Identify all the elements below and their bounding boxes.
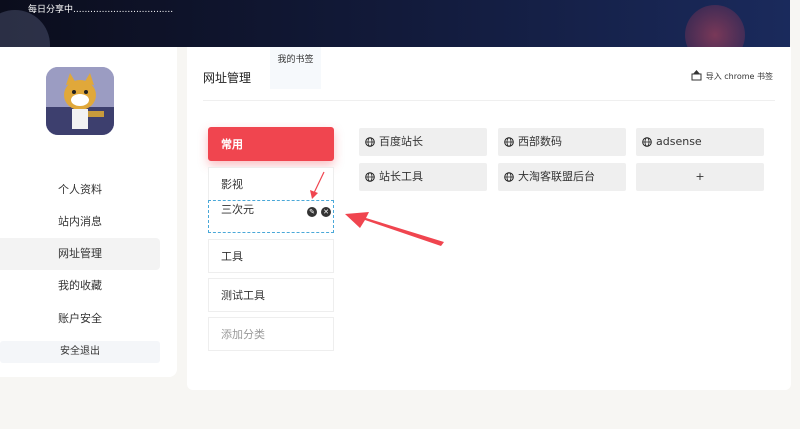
import-label: 导入 chrome 书签 — [705, 72, 773, 81]
globe-icon — [365, 172, 375, 182]
site-link[interactable]: 大淘客联盟后台 — [498, 163, 626, 191]
sidebar-item-account-security[interactable]: 账户安全 — [0, 303, 160, 335]
sidebar-item-messages[interactable]: 站内消息 — [0, 206, 160, 238]
divider — [203, 100, 775, 101]
edit-icon[interactable]: ✎ — [307, 207, 317, 217]
category-label[interactable]: 三次元 — [221, 203, 254, 216]
add-category-button[interactable]: 添加分类 — [208, 317, 334, 351]
page-title: 网址管理 — [203, 71, 252, 85]
site-link[interactable]: adsense — [636, 128, 764, 156]
top-banner: 每日分享中................................... — [0, 0, 790, 47]
sidebar-item-profile[interactable]: 个人资料 — [0, 174, 160, 206]
category-test-tools[interactable]: 测试工具 — [208, 278, 334, 312]
sidebar: 个人资料 站内消息 网址管理 我的收藏 账户安全 安全退出 — [0, 47, 177, 377]
sidebar-item-url-management[interactable]: 网址管理 — [0, 238, 160, 270]
site-label[interactable]: 站长工具 — [379, 163, 423, 191]
banner-title: 每日分享中................................... — [28, 5, 174, 15]
main-panel: 网址管理 我的书签 导入 chrome 书签 常用 影视 三次元 ✎ ✕ 工具 … — [187, 47, 791, 390]
tab-my-bookmarks[interactable]: 我的书签 — [270, 47, 321, 89]
site-link[interactable]: 百度站长 — [359, 128, 487, 156]
import-chrome-bookmarks-button[interactable]: 导入 chrome 书签 — [691, 70, 773, 83]
category-tools[interactable]: 工具 — [208, 239, 334, 273]
sidebar-item-favorites[interactable]: 我的收藏 — [0, 270, 160, 302]
avatar[interactable] — [46, 67, 114, 135]
category-movies[interactable]: 影视 — [208, 167, 334, 201]
banner-decoration — [0, 10, 50, 47]
close-icon[interactable]: ✕ — [321, 207, 331, 217]
site-label[interactable]: 西部数码 — [518, 128, 562, 156]
globe-icon — [504, 172, 514, 182]
site-link[interactable]: 站长工具 — [359, 163, 487, 191]
logout-button[interactable]: 安全退出 — [0, 341, 160, 363]
category-common[interactable]: 常用 — [208, 127, 334, 161]
category-3d-editing[interactable]: 三次元 ✎ ✕ — [208, 200, 334, 233]
site-link[interactable]: 西部数码 — [498, 128, 626, 156]
site-label[interactable]: adsense — [656, 128, 702, 156]
site-label[interactable]: 大淘客联盟后台 — [518, 163, 595, 191]
add-site-button[interactable]: + — [636, 163, 764, 191]
site-label[interactable]: 百度站长 — [379, 128, 423, 156]
globe-icon — [365, 137, 375, 147]
globe-icon — [642, 137, 652, 147]
banner-decoration — [685, 5, 745, 47]
globe-icon — [504, 137, 514, 147]
import-icon — [691, 70, 702, 83]
